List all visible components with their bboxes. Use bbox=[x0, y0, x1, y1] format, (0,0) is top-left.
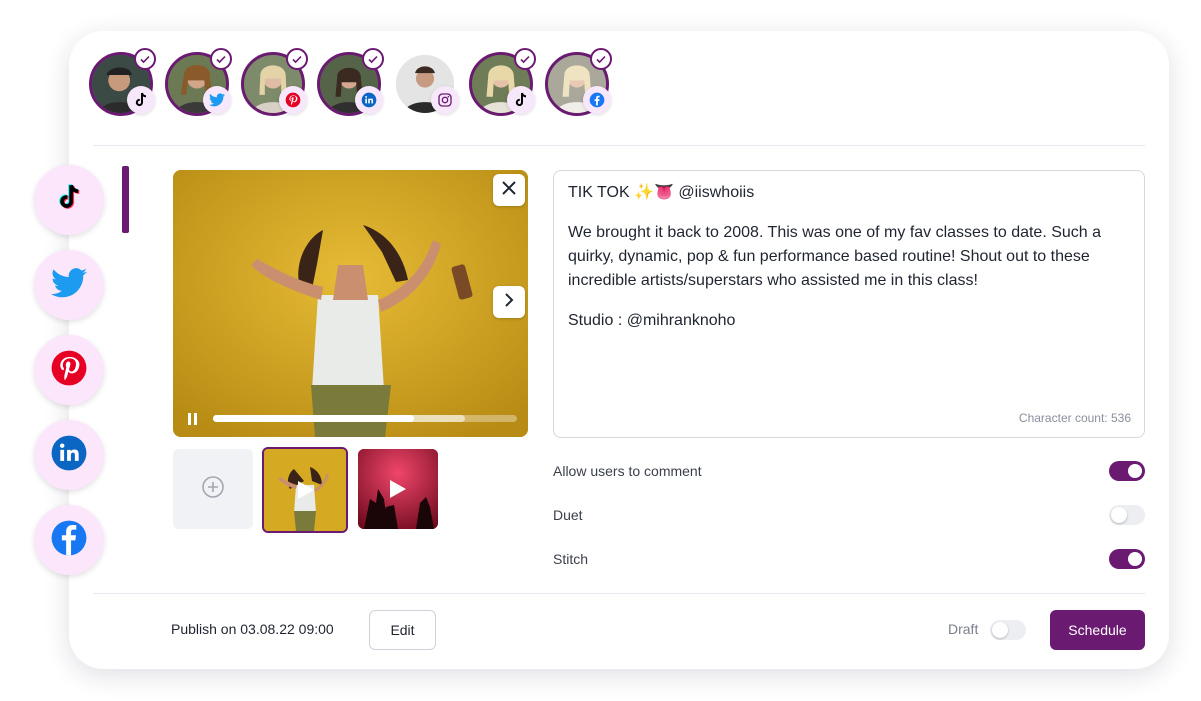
twitter-icon bbox=[51, 267, 87, 303]
option-label-duet: Duet bbox=[553, 507, 583, 523]
network-tab-facebook[interactable] bbox=[34, 505, 104, 575]
facebook-icon bbox=[583, 86, 611, 114]
linkedin-icon bbox=[355, 86, 383, 114]
pause-button[interactable] bbox=[185, 412, 201, 426]
schedule-button[interactable]: Schedule bbox=[1050, 610, 1145, 650]
tiktok-icon bbox=[507, 86, 535, 114]
pinterest-icon bbox=[50, 349, 88, 392]
check-icon bbox=[134, 48, 156, 70]
check-icon bbox=[286, 48, 308, 70]
video-preview[interactable] bbox=[173, 170, 528, 437]
next-media-button[interactable] bbox=[493, 286, 525, 318]
linkedin-icon bbox=[50, 434, 88, 477]
check-icon bbox=[514, 48, 536, 70]
account-avatar[interactable] bbox=[241, 48, 311, 120]
account-avatar[interactable] bbox=[393, 50, 463, 120]
remove-media-button[interactable] bbox=[493, 174, 525, 206]
account-avatar[interactable] bbox=[469, 48, 539, 120]
character-count: Character count: 536 bbox=[1018, 411, 1131, 425]
check-icon bbox=[210, 48, 232, 70]
tiktok-icon bbox=[52, 181, 86, 220]
check-icon bbox=[362, 48, 384, 70]
active-indicator bbox=[122, 166, 129, 233]
option-label-comment: Allow users to comment bbox=[553, 463, 702, 479]
network-tab-linkedin[interactable] bbox=[34, 420, 104, 490]
chevron-right-icon bbox=[503, 292, 515, 312]
network-tab-pinterest[interactable] bbox=[34, 335, 104, 405]
option-label-stitch: Stitch bbox=[553, 551, 589, 567]
network-tab-tiktok[interactable] bbox=[34, 165, 104, 235]
video-progress-bar[interactable] bbox=[213, 415, 517, 422]
pause-icon bbox=[185, 413, 201, 430]
caption-studio: Studio : @mihranknoho bbox=[568, 312, 736, 329]
caption-editor[interactable]: TIK TOK ✨👅 @iiswhoiis We brought it back… bbox=[553, 170, 1145, 438]
instagram-icon bbox=[431, 86, 459, 114]
add-media-button[interactable] bbox=[173, 449, 253, 529]
divider bbox=[93, 145, 1145, 146]
network-tab-twitter[interactable] bbox=[34, 250, 104, 320]
facebook-icon bbox=[50, 519, 88, 562]
close-icon bbox=[501, 180, 517, 201]
pinterest-icon bbox=[279, 86, 307, 114]
tiktok-icon bbox=[127, 86, 155, 114]
check-icon bbox=[590, 48, 612, 70]
divider bbox=[93, 593, 1145, 594]
duet-toggle[interactable] bbox=[1109, 505, 1145, 525]
account-avatar[interactable] bbox=[89, 48, 159, 120]
account-avatar[interactable] bbox=[317, 48, 387, 120]
plus-circle-icon bbox=[201, 475, 225, 504]
play-icon bbox=[389, 479, 407, 504]
caption-body: We brought it back to 2008. This was one… bbox=[568, 224, 1102, 289]
publish-date: Publish on 03.08.22 09:00 bbox=[171, 621, 334, 637]
draft-label: Draft bbox=[948, 621, 979, 637]
progress-fill bbox=[213, 415, 414, 422]
caption-title: TIK TOK ✨👅 @iiswhoiis bbox=[568, 184, 755, 201]
draft-toggle[interactable] bbox=[990, 620, 1026, 640]
video-frame bbox=[173, 170, 528, 437]
media-thumbnail[interactable] bbox=[262, 447, 348, 533]
play-icon bbox=[297, 480, 315, 505]
edit-button[interactable]: Edit bbox=[369, 610, 436, 650]
allow-comment-toggle[interactable] bbox=[1109, 461, 1145, 481]
stitch-toggle[interactable] bbox=[1109, 549, 1145, 569]
media-thumbnail[interactable] bbox=[358, 449, 438, 529]
account-avatar[interactable] bbox=[545, 48, 615, 120]
twitter-icon bbox=[203, 86, 231, 114]
account-avatar[interactable] bbox=[165, 48, 235, 120]
